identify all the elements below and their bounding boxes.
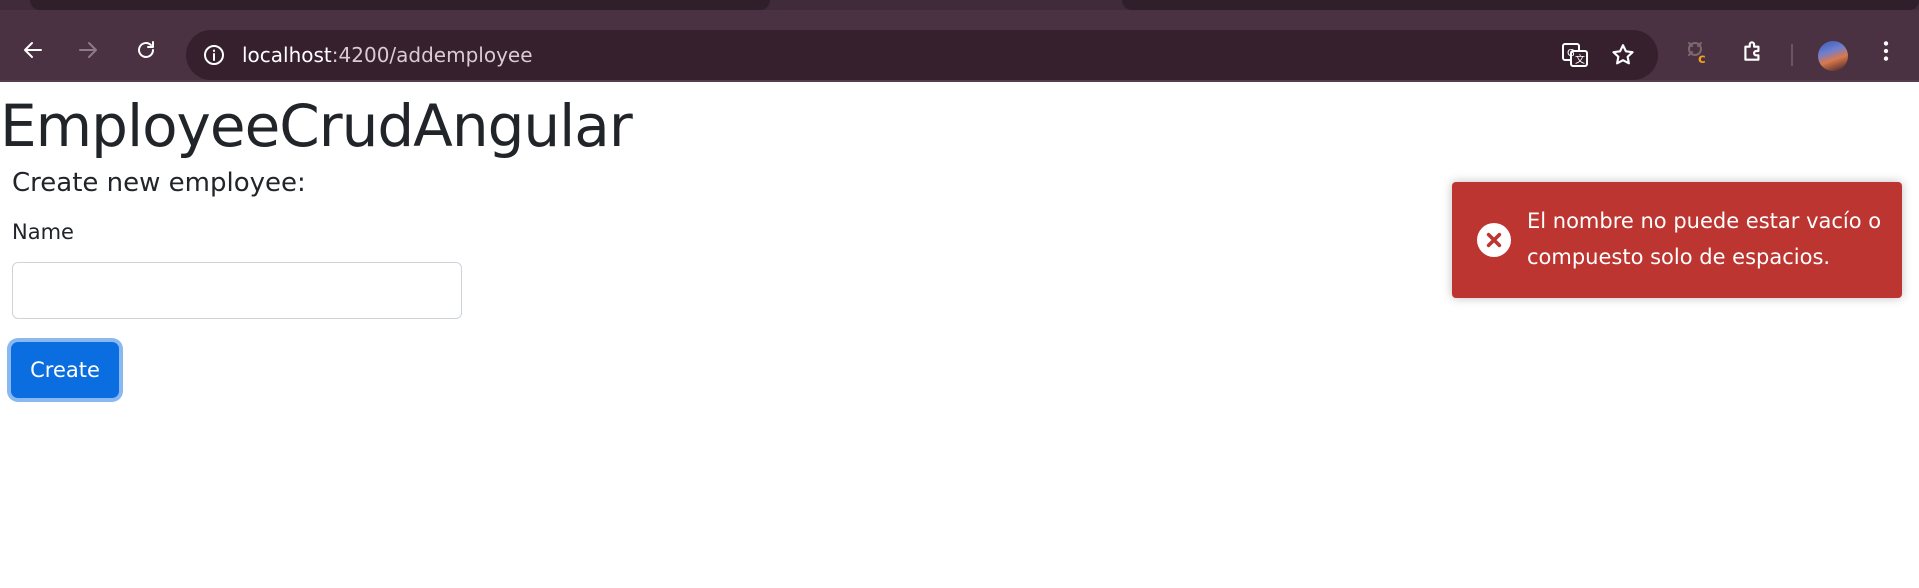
browser-menu-button[interactable] — [1870, 35, 1902, 67]
form-heading: Create new employee: — [12, 168, 306, 198]
create-button[interactable]: Create — [11, 342, 119, 398]
name-input[interactable] — [12, 262, 462, 319]
translate-icon: G 文 — [1562, 43, 1588, 67]
info-icon — [204, 45, 224, 65]
tab[interactable] — [1122, 0, 1919, 10]
star-icon — [1612, 44, 1634, 65]
url-host: localhost — [242, 43, 332, 67]
svg-text:文: 文 — [1575, 53, 1585, 66]
extension-c-icon: c — [1688, 42, 1706, 65]
arrow-right-icon — [79, 42, 97, 58]
reload-button[interactable] — [126, 30, 166, 70]
url-text[interactable]: localhost:4200/addemployee — [242, 30, 533, 80]
address-bar[interactable]: localhost:4200/addemployee G 文 — [186, 30, 1658, 80]
svg-text:G: G — [1567, 48, 1575, 59]
translate-button[interactable]: G 文 — [1561, 41, 1589, 69]
extensions-menu-button[interactable] — [1737, 35, 1769, 67]
site-info-button[interactable] — [198, 39, 230, 71]
error-x-icon — [1477, 223, 1511, 257]
tab[interactable] — [30, 0, 770, 10]
forward-button[interactable] — [68, 30, 108, 70]
url-path: :4200/addemployee — [331, 43, 533, 67]
avatar[interactable] — [1818, 41, 1848, 71]
bookmark-button[interactable] — [1609, 41, 1637, 69]
app-title: EmployeeCrudAngular — [0, 92, 633, 160]
browser-toolbar: localhost:4200/addemployee G 文 c — [0, 10, 1919, 82]
puzzle-icon — [1744, 41, 1760, 61]
error-toast[interactable]: El nombre no puede estar vacío o compues… — [1452, 182, 1902, 298]
page-content: EmployeeCrudAngular Create new employee:… — [0, 82, 1919, 588]
kebab-menu-icon — [1883, 41, 1889, 61]
svg-text:c: c — [1698, 52, 1706, 65]
back-button[interactable] — [13, 30, 53, 70]
tab-strip — [0, 0, 1919, 10]
arrow-left-icon — [24, 42, 42, 58]
name-label: Name — [12, 220, 74, 244]
toolbar-divider — [1791, 44, 1793, 66]
toast-message: El nombre no puede estar vacío o compues… — [1527, 209, 1882, 269]
extension-button[interactable]: c — [1682, 35, 1714, 67]
reload-icon — [138, 41, 154, 58]
